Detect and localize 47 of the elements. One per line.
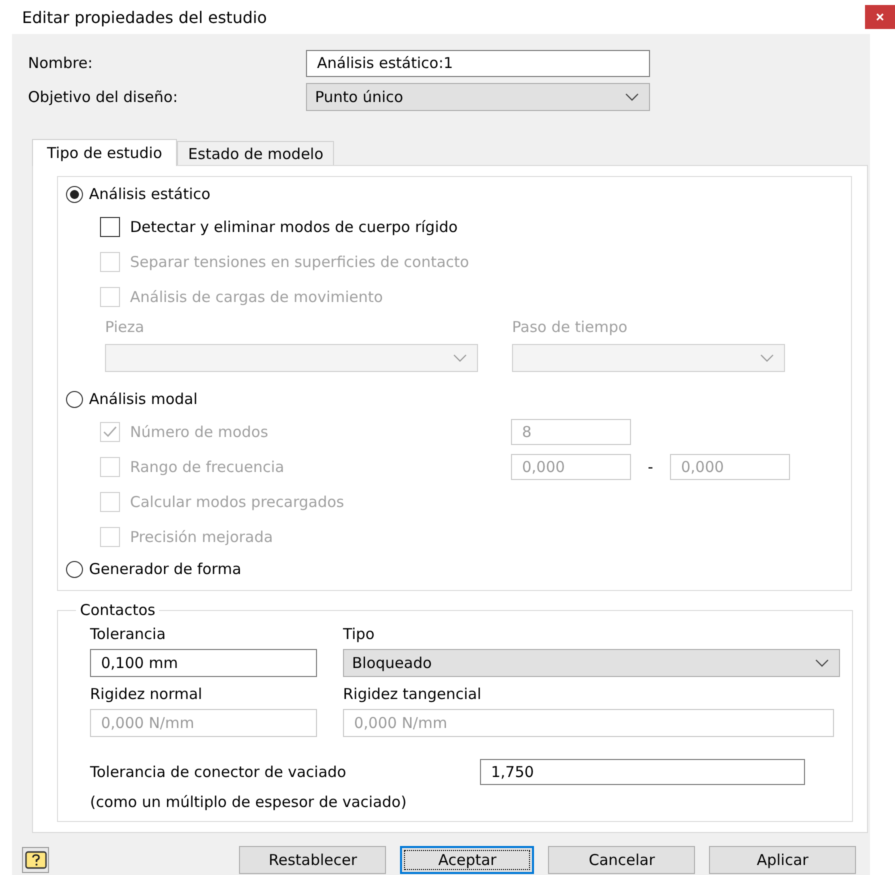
- dialog-button[interactable]: Aceptar: [400, 846, 534, 874]
- radio-button[interactable]: [66, 560, 83, 578]
- checkbox[interactable]: [100, 216, 120, 236]
- field-label: Objetivo del diseño:: [28, 88, 179, 106]
- checkbox-label: Análisis de cargas de movimiento: [130, 288, 383, 306]
- close-icon: [875, 12, 885, 22]
- checkmark-icon: [103, 426, 117, 438]
- checkbox-label: Rango de frecuencia: [130, 458, 284, 476]
- chevron-down-icon: [760, 354, 774, 362]
- dropdown-label: Pieza: [105, 318, 146, 336]
- field-label: Nombre:: [28, 54, 94, 72]
- radio-label: Generador de forma: [89, 560, 242, 578]
- objective-dropdown[interactable]: Punto único: [306, 83, 650, 111]
- field-note: (como un múltiplo de espesor de vaciado): [90, 793, 408, 811]
- close-button[interactable]: [865, 5, 895, 29]
- field-label: Tolerancia: [90, 625, 167, 643]
- radio-button[interactable]: [66, 390, 83, 408]
- tab[interactable]: Tipo de estudio: [32, 139, 178, 166]
- tab[interactable]: Estado de modelo: [177, 141, 334, 165]
- group-title: Contactos: [79, 601, 156, 619]
- checkbox-label: Calcular modos precargados: [130, 492, 344, 510]
- checkbox-label: Detectar y eliminar modos de cuerpo rígido: [130, 218, 458, 236]
- chevron-down-icon: [625, 93, 639, 101]
- dropdown-label: Paso de tiempo: [512, 318, 628, 336]
- checkbox-label: Precisión mejorada: [130, 528, 273, 546]
- dialog-button[interactable]: Cancelar: [548, 846, 696, 874]
- range-separator: -: [646, 458, 654, 476]
- radio-label: Análisis modal: [89, 390, 198, 408]
- chevron-down-icon: [815, 659, 829, 667]
- tolerance-field[interactable]: 0,100 mm: [90, 649, 317, 677]
- help-button[interactable]: [22, 847, 50, 873]
- dialog-button[interactable]: Aplicar: [709, 846, 856, 874]
- name-field[interactable]: Análisis estático:1: [306, 50, 650, 76]
- shell-tolerance-field[interactable]: 1,750: [480, 759, 805, 785]
- dialog-button[interactable]: Restablecer: [239, 846, 386, 874]
- type-dropdown[interactable]: Bloqueado: [343, 649, 840, 677]
- window-title: Editar propiedades del estudio: [22, 8, 267, 26]
- help-icon: [24, 851, 47, 869]
- radio-label: Análisis estático: [89, 185, 210, 203]
- chevron-down-icon: [453, 354, 467, 362]
- field-label: Rigidez normal: [90, 685, 204, 703]
- field-label: Tipo: [343, 625, 376, 643]
- radio-button[interactable]: [66, 186, 83, 202]
- field-label: Rigidez tangencial: [343, 685, 482, 703]
- field-label: Tolerancia de conector de vaciado: [90, 763, 348, 781]
- checkbox-label: Separar tensiones en superficies de contacto: [130, 252, 470, 270]
- checkbox-label: Número de modos: [130, 422, 268, 440]
